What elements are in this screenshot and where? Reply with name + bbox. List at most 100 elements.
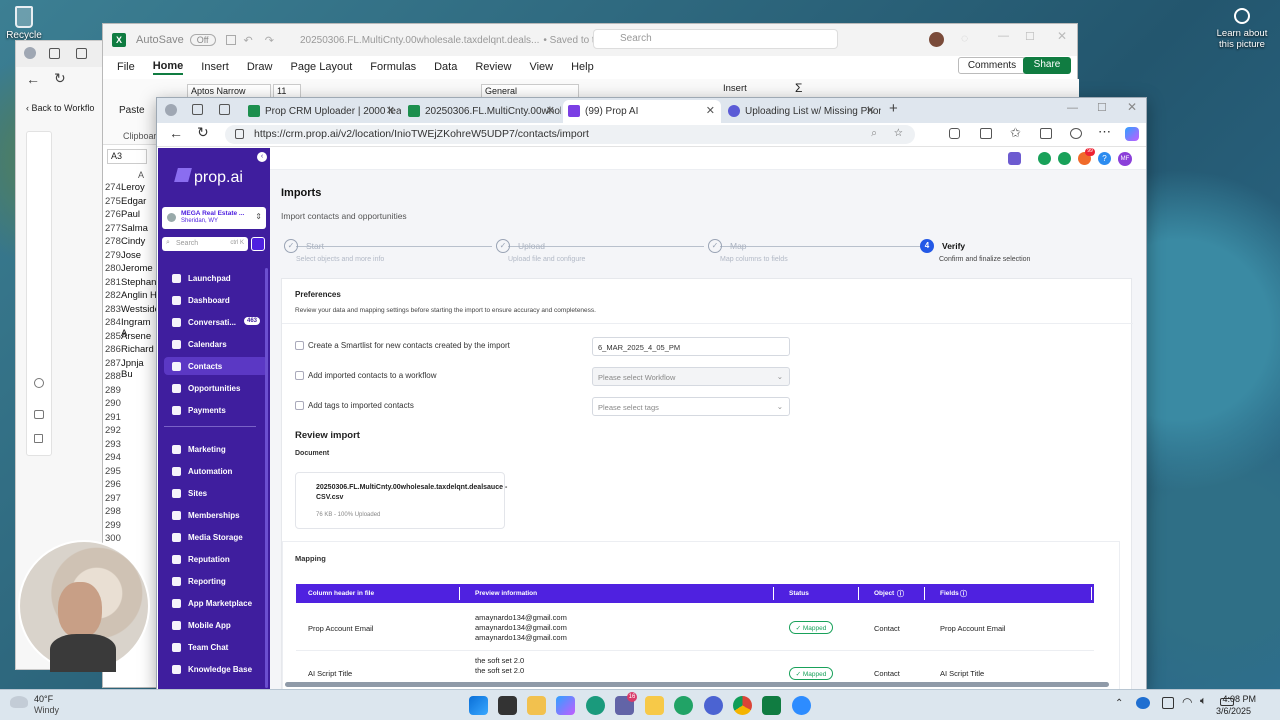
menu-formulas[interactable]: Formulas bbox=[370, 61, 416, 73]
sidebar-item-reporting[interactable]: Reporting bbox=[164, 572, 268, 590]
font-name-select[interactable]: Aptos Narrow bbox=[187, 84, 271, 98]
cell-a[interactable]: Anglin H bbox=[121, 290, 157, 301]
close-tab-icon[interactable]: ✕ bbox=[706, 104, 715, 117]
display-icon[interactable] bbox=[1162, 697, 1174, 709]
autosave-toggle[interactable]: Off bbox=[189, 34, 216, 46]
sidebar-item-marketing[interactable]: Marketing bbox=[164, 440, 268, 458]
excel-icon[interactable] bbox=[762, 696, 781, 715]
row-number[interactable]: 285 bbox=[105, 331, 121, 342]
row-number[interactable]: 299 bbox=[105, 520, 121, 531]
workflow-checkbox[interactable] bbox=[295, 371, 304, 380]
quick-action-user-icon[interactable] bbox=[251, 237, 265, 251]
sidebar-item-app-marketplace[interactable]: App Marketplace bbox=[164, 594, 268, 612]
menu-draw[interactable]: Draw bbox=[247, 61, 273, 73]
cell-a[interactable]: Richard bbox=[121, 344, 154, 355]
sidebar-item-reputation[interactable]: Reputation bbox=[164, 550, 268, 568]
menu-review[interactable]: Review bbox=[475, 61, 511, 73]
save-icon[interactable] bbox=[225, 35, 236, 45]
info-icon[interactable]: ⓘ bbox=[897, 589, 904, 599]
refresh-icon[interactable]: ↻ bbox=[54, 70, 66, 87]
sidebar-item-calendars[interactable]: Calendars bbox=[164, 335, 268, 353]
sidebar-item-memberships[interactable]: Memberships bbox=[164, 506, 268, 524]
copilot-icon[interactable] bbox=[556, 696, 575, 715]
new-tab-button[interactable]: + bbox=[889, 100, 898, 117]
cell-a[interactable]: Leroy bbox=[121, 182, 145, 193]
maximize-icon[interactable]: ☐ bbox=[1097, 101, 1107, 114]
cell-a[interactable]: Paul bbox=[121, 209, 140, 220]
help-icon[interactable]: ? bbox=[1098, 152, 1111, 165]
excel-search-box[interactable]: Search bbox=[593, 29, 838, 49]
cell-a[interactable]: Jose bbox=[121, 250, 141, 261]
row-number[interactable]: 283 bbox=[105, 304, 121, 315]
row-number[interactable]: 300 bbox=[105, 533, 121, 544]
workspaces-icon[interactable] bbox=[192, 104, 203, 115]
menu-view[interactable]: View bbox=[529, 61, 553, 73]
vertical-tabs-icon[interactable] bbox=[219, 104, 230, 115]
cell-a[interactable]: Cindy bbox=[121, 236, 145, 247]
url-field[interactable]: https://crm.prop.ai/v2/location/InioTWEj… bbox=[225, 125, 915, 144]
close-window-icon[interactable]: ✕ bbox=[1127, 100, 1137, 114]
row-number[interactable]: 277 bbox=[105, 223, 121, 234]
row-number[interactable]: 287 bbox=[105, 358, 121, 369]
tab-prop-ai[interactable]: (99) Prop AI ✕ bbox=[563, 100, 721, 123]
sidebar-item-mobile-app[interactable]: Mobile App bbox=[164, 616, 268, 634]
info-icon[interactable]: ⓘ bbox=[960, 589, 967, 599]
tab-uploading-list[interactable]: Uploading List w/ Missing Phone ✕ bbox=[723, 100, 881, 123]
row-number[interactable]: 279 bbox=[105, 250, 121, 261]
chrome-browser-icon[interactable] bbox=[733, 696, 752, 715]
user-avatar[interactable]: MF bbox=[1118, 152, 1132, 166]
sidebar-item-launchpad[interactable]: Launchpad bbox=[164, 269, 268, 287]
menu-data[interactable]: Data bbox=[434, 61, 457, 73]
zoom-icon[interactable]: ⌕ bbox=[871, 127, 877, 140]
onedrive-icon[interactable] bbox=[1136, 697, 1150, 709]
insert-cells-button[interactable]: Insert bbox=[723, 83, 747, 94]
row-number[interactable]: 281 bbox=[105, 277, 121, 288]
user-avatar[interactable] bbox=[929, 32, 944, 47]
file-explorer-icon[interactable] bbox=[527, 696, 546, 715]
settings-icon[interactable] bbox=[704, 696, 723, 715]
document-card[interactable]: 20250306.FL.MultiCnty.00wholesale.taxdel… bbox=[295, 472, 507, 529]
menu-insert[interactable]: Insert bbox=[201, 61, 229, 73]
row-number[interactable]: 298 bbox=[105, 506, 121, 517]
cell-a[interactable]: Stephan bbox=[121, 277, 156, 288]
cell-a[interactable]: Salma bbox=[121, 223, 148, 234]
smartlist-name-input[interactable]: 6_MAR_2025_4_05_PM bbox=[592, 337, 790, 356]
announcement-icon[interactable] bbox=[1058, 152, 1071, 165]
smartlist-checkbox[interactable] bbox=[295, 341, 304, 350]
sidebar-item-media-storage[interactable]: Media Storage bbox=[164, 528, 268, 546]
close-tab-icon[interactable]: ✕ bbox=[866, 104, 875, 117]
row-number[interactable]: 282 bbox=[105, 290, 121, 301]
menu-file[interactable]: File bbox=[117, 61, 135, 73]
horizontal-scrollbar[interactable] bbox=[285, 682, 1109, 687]
cell-a[interactable]: Edgar bbox=[121, 196, 146, 207]
sidebar-search-input[interactable]: ⌕ Search ctrl K bbox=[162, 237, 248, 251]
profile-icon[interactable] bbox=[165, 104, 177, 116]
sidebar-item-contacts[interactable]: Contacts bbox=[164, 357, 268, 375]
zoom-icon[interactable] bbox=[792, 696, 811, 715]
row-number[interactable]: 294 bbox=[105, 452, 121, 463]
row-number[interactable]: 291 bbox=[105, 412, 121, 423]
sidebar-item-payments[interactable]: Payments bbox=[164, 401, 268, 419]
undo-icon[interactable]: ↶ bbox=[244, 34, 253, 47]
more-menu-icon[interactable]: ⋯ bbox=[1098, 124, 1111, 140]
learn-about-picture[interactable]: Learn about this picture bbox=[1212, 8, 1272, 50]
row-number[interactable]: 290 bbox=[105, 398, 121, 409]
start-icon[interactable] bbox=[469, 696, 488, 715]
autosum-icon[interactable]: Σ bbox=[795, 81, 802, 95]
sidebar-item-sites[interactable]: Sites bbox=[164, 484, 268, 502]
clock-time[interactable]: 4:08 PM bbox=[1222, 694, 1256, 704]
refresh-icon[interactable]: ↻ bbox=[197, 124, 209, 141]
back-arrow-icon[interactable]: ← bbox=[26, 71, 40, 87]
cell-a[interactable]: Arsene bbox=[121, 331, 151, 342]
favorite-star-icon[interactable]: ☆ bbox=[894, 127, 903, 139]
browser-essentials-icon[interactable] bbox=[1070, 128, 1082, 139]
menu-page-layout[interactable]: Page Layout bbox=[290, 61, 352, 73]
number-format-select[interactable]: General bbox=[481, 84, 579, 98]
share-button[interactable]: Share bbox=[1023, 57, 1071, 74]
notes-icon[interactable] bbox=[1008, 152, 1021, 165]
lightbulb-icon[interactable]: ◌ bbox=[961, 31, 968, 45]
row-number[interactable]: 284 bbox=[105, 317, 121, 328]
row-number[interactable]: 275 bbox=[105, 196, 121, 207]
sidebar-item-opportunities[interactable]: Opportunities bbox=[164, 379, 268, 397]
font-size-select[interactable]: 11 bbox=[273, 84, 301, 98]
